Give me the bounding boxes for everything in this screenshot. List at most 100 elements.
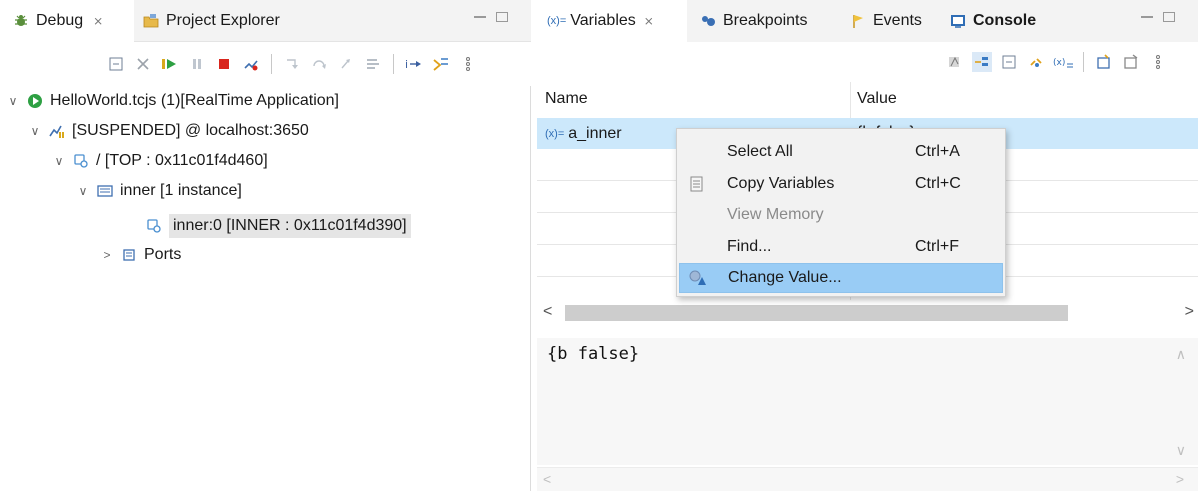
tree-node-ports[interactable]: > Ports bbox=[100, 240, 181, 270]
tree-node-label: inner:0 [INNER : 0x11c01f4d390] bbox=[169, 214, 411, 238]
menu-item-change-value[interactable]: Change Value... bbox=[679, 263, 1003, 293]
view-menu-icon[interactable] bbox=[458, 54, 478, 74]
chevron-down-icon[interactable]: ∨ bbox=[52, 154, 66, 168]
instance-group-icon bbox=[96, 182, 114, 200]
chevron-down-icon[interactable]: ∨ bbox=[28, 124, 42, 138]
collapse-all-icon[interactable] bbox=[999, 52, 1019, 72]
variable-icon: (x)= bbox=[545, 127, 565, 140]
copy-icon bbox=[687, 174, 707, 194]
view-menu-icon[interactable] bbox=[1148, 52, 1168, 72]
left-tab-bar: Debug ⨯ Project Explorer bbox=[0, 0, 531, 42]
tree-node-label: Ports bbox=[144, 246, 182, 263]
menu-item-view-memory: View Memory bbox=[679, 200, 1003, 230]
disconnect-icon[interactable] bbox=[241, 54, 261, 74]
scrollbar-thumb[interactable] bbox=[565, 305, 1068, 321]
detail-horizontal-scrollbar[interactable]: < > bbox=[537, 467, 1198, 491]
terminate-icon[interactable] bbox=[214, 54, 234, 74]
variables-icon: (x)= bbox=[547, 15, 567, 27]
minimize-icon[interactable] bbox=[1141, 16, 1153, 18]
minimize-icon[interactable] bbox=[474, 16, 486, 18]
step-into-icon[interactable] bbox=[282, 54, 302, 74]
tree-node-launch[interactable]: ∨ HelloWorld.tcjs (1)[RealTime Applicati… bbox=[6, 86, 339, 116]
tab-project-explorer-label: Project Explorer bbox=[166, 12, 280, 29]
detail-value-text: {b false} bbox=[547, 344, 640, 364]
resume-icon[interactable] bbox=[160, 54, 180, 74]
scroll-left-icon[interactable]: < bbox=[543, 471, 551, 487]
step-over-icon[interactable] bbox=[309, 54, 329, 74]
menu-item-shortcut: Ctrl+F bbox=[915, 238, 959, 255]
variables-toolbar: (x) bbox=[537, 42, 1198, 82]
tree-node-label: HelloWorld.tcjs (1)[RealTime Application… bbox=[50, 92, 339, 109]
tab-variables[interactable]: (x)= Variables ⨯ bbox=[537, 0, 687, 42]
tab-console-label: Console bbox=[973, 12, 1037, 29]
chevron-right-icon[interactable]: > bbox=[100, 248, 114, 262]
scroll-left-icon[interactable]: < bbox=[543, 303, 552, 321]
events-flag-icon bbox=[849, 12, 867, 30]
toolbar-separator bbox=[1083, 52, 1084, 72]
show-type-names-icon[interactable] bbox=[945, 52, 965, 72]
svg-text:i: i bbox=[405, 58, 408, 71]
tab-breakpoints-label: Breakpoints bbox=[723, 12, 808, 29]
breakpoints-icon bbox=[699, 12, 717, 30]
menu-item-find[interactable]: Find... Ctrl+F bbox=[679, 232, 1003, 262]
tab-console[interactable]: Console bbox=[943, 0, 1063, 42]
collapse-all-icon[interactable] bbox=[106, 54, 126, 74]
menu-item-copy-variables[interactable]: Copy Variables Ctrl+C bbox=[679, 169, 1003, 199]
scroll-right-icon[interactable]: > bbox=[1176, 471, 1184, 487]
maximize-icon[interactable] bbox=[1163, 12, 1175, 22]
drop-to-frame-icon[interactable] bbox=[363, 54, 383, 74]
remove-terminated-icon[interactable] bbox=[133, 54, 153, 74]
tab-events[interactable]: Events bbox=[841, 0, 941, 42]
tree-node-inner[interactable]: ∨ inner [1 instance] bbox=[76, 176, 242, 206]
debug-toolbar: i bbox=[0, 42, 531, 86]
instance-object-icon bbox=[72, 152, 90, 170]
tab-project-explorer[interactable]: Project Explorer bbox=[136, 0, 326, 42]
chevron-down-icon[interactable]: ∨ bbox=[76, 184, 90, 198]
tree-node-target[interactable]: ∨ [SUSPENDED] @ localhost:3650 bbox=[28, 116, 309, 146]
column-header-name[interactable]: Name bbox=[545, 90, 588, 108]
toolbar-separator bbox=[393, 54, 394, 74]
menu-item-label: View Memory bbox=[727, 206, 824, 223]
suspended-thread-icon bbox=[48, 122, 66, 140]
toolbar-separator bbox=[271, 54, 272, 74]
scroll-right-icon[interactable]: > bbox=[1185, 303, 1194, 321]
menu-item-select-all[interactable]: Select All Ctrl+A bbox=[679, 137, 1003, 167]
right-tab-bar: (x)= Variables ⨯ Breakpoints Events Cons… bbox=[537, 0, 1198, 42]
pin-view-icon[interactable] bbox=[1121, 52, 1141, 72]
menu-item-label: Select All bbox=[727, 143, 793, 160]
chevron-down-icon[interactable]: ∨ bbox=[6, 94, 20, 108]
instance-object-icon bbox=[145, 217, 163, 235]
tree-node-label: [SUSPENDED] @ localhost:3650 bbox=[72, 122, 309, 139]
project-folder-icon bbox=[142, 12, 160, 30]
use-step-filters-icon[interactable]: i bbox=[404, 54, 424, 74]
maximize-icon[interactable] bbox=[496, 12, 508, 22]
scroll-up-icon[interactable]: ∧ bbox=[1176, 346, 1186, 363]
column-header-value[interactable]: Value bbox=[857, 90, 897, 108]
suspend-icon[interactable] bbox=[187, 54, 207, 74]
tab-breakpoints[interactable]: Breakpoints bbox=[691, 0, 839, 42]
step-return-icon[interactable] bbox=[336, 54, 356, 74]
variable-name: a_inner bbox=[568, 124, 622, 142]
tab-debug[interactable]: Debug ⨯ bbox=[0, 0, 134, 42]
close-icon[interactable]: ⨯ bbox=[93, 14, 103, 28]
horizontal-scrollbar[interactable]: < > bbox=[537, 300, 1198, 326]
menu-item-label: Change Value... bbox=[728, 269, 842, 286]
close-icon[interactable]: ⨯ bbox=[644, 14, 654, 28]
detail-pane[interactable]: {b false} ∧ ∨ bbox=[537, 338, 1198, 465]
tree-node-inner-0[interactable]: inner:0 [INNER : 0x11c01f4d390] bbox=[145, 211, 411, 241]
change-value-icon bbox=[688, 268, 708, 288]
link-icon[interactable] bbox=[1026, 52, 1046, 72]
ports-icon bbox=[120, 246, 138, 264]
instruction-stepping-icon[interactable] bbox=[431, 54, 451, 74]
tree-node-top[interactable]: ∨ / [TOP : 0x11c01f4d460] bbox=[52, 146, 268, 176]
tab-variables-label: Variables bbox=[570, 12, 636, 29]
run-launch-icon bbox=[26, 92, 44, 110]
menu-item-shortcut: Ctrl+C bbox=[915, 175, 961, 192]
scroll-down-icon[interactable]: ∨ bbox=[1176, 442, 1186, 459]
new-view-icon[interactable] bbox=[1094, 52, 1114, 72]
show-logical-structure-icon[interactable] bbox=[972, 52, 992, 72]
add-watch-icon[interactable]: (x) bbox=[1053, 52, 1073, 72]
console-icon bbox=[949, 12, 967, 30]
tab-debug-label: Debug bbox=[36, 12, 84, 29]
menu-item-label: Find... bbox=[727, 238, 772, 255]
